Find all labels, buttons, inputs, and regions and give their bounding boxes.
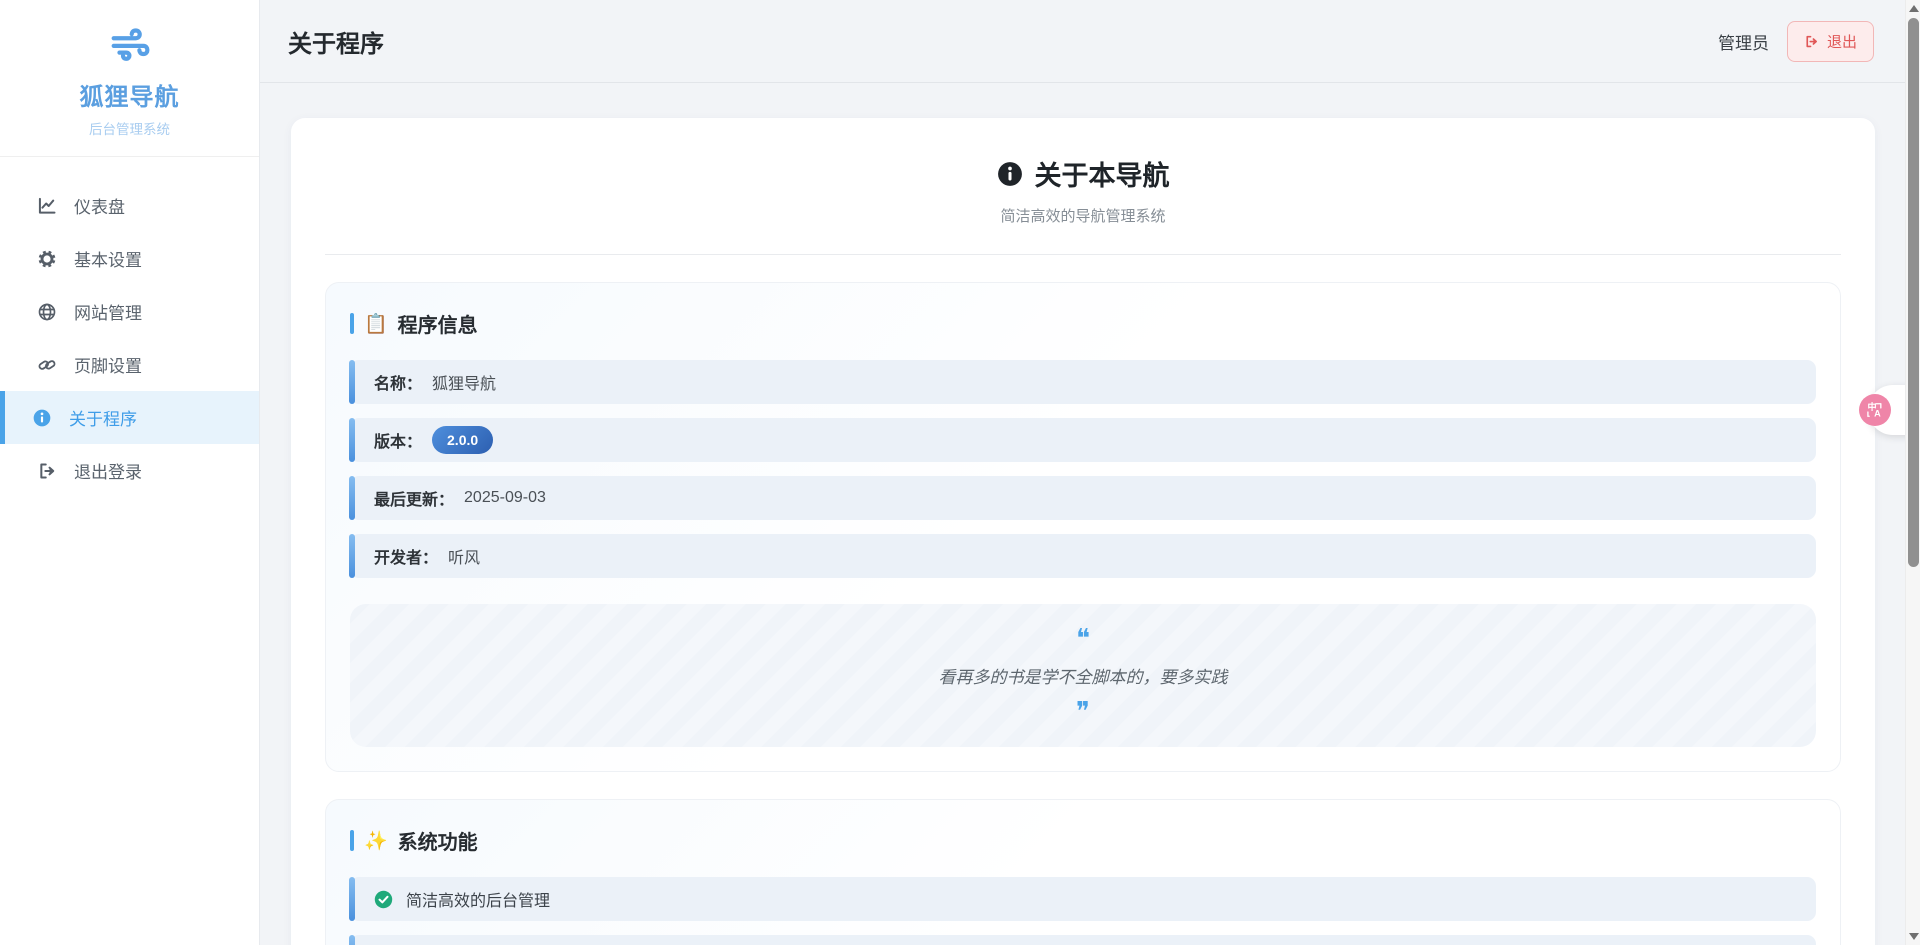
app-title: 狐狸导航 [0,77,259,112]
row-value: 听风 [448,544,480,568]
row-accent-bar [349,935,355,945]
sidebar-item-logout[interactable]: 退出登录 [0,444,259,497]
sidebar-item-dashboard[interactable]: 仪表盘 [0,179,259,232]
app-subtitle: 后台管理系统 [0,118,259,138]
link-icon [36,354,58,376]
quote-block: ❝ 看再多的书是学不全脚本的，要多实践 ❞ [350,604,1816,747]
gear-icon [36,248,58,270]
sidebar-item-label: 基本设置 [74,246,142,271]
wind-logo-icon [107,20,153,71]
sidebar-item-label: 仪表盘 [74,193,125,218]
info-row-version: 版本： 2.0.0 [350,418,1816,462]
translate-button[interactable]: 中 A [1859,394,1891,426]
sidebar-nav: 仪表盘 基本设置 网站管理 [0,157,259,497]
row-value: 2025-09-03 [464,489,546,507]
quote-close-icon: ❞ [380,699,1786,725]
row-label: 最后更新： [374,486,454,510]
about-title-text: 关于本导航 [1035,154,1170,193]
sparkles-icon: ✨ [364,829,388,853]
sidebar-item-footer-settings[interactable]: 页脚设置 [0,338,259,391]
clipboard-icon: 📋 [364,312,388,336]
row-accent-bar [349,418,355,462]
logout-button[interactable]: 退出 [1787,21,1874,62]
scrollbar-up-arrow[interactable] [1909,5,1919,12]
sidebar: 狐狸导航 后台管理系统 仪表盘 基本设置 [0,0,260,945]
sidebar-item-about[interactable]: 关于程序 [0,391,259,444]
scrollbar [1905,0,1920,945]
main-content: 关于本导航 简洁高效的导航管理系统 📋 程序信息 名称： 狐狸导航 版本： 2.… [260,83,1920,945]
row-value: 狐狸导航 [432,370,496,394]
info-row-last-update: 最后更新： 2025-09-03 [350,476,1816,520]
row-label: 名称： [374,370,422,394]
about-title-row: 关于本导航 [997,154,1170,193]
sign-out-icon [36,460,58,482]
row-accent-bar [349,476,355,520]
translate-icon: 中 A [1865,400,1885,420]
info-row-name: 名称： 狐狸导航 [350,360,1816,404]
info-circle-icon [31,407,53,429]
section-title-text: 程序信息 [398,309,478,338]
about-header: 关于本导航 简洁高效的导航管理系统 [325,154,1841,255]
about-card: 关于本导航 简洁高效的导航管理系统 📋 程序信息 名称： 狐狸导航 版本： 2.… [291,118,1875,945]
features-section: ✨ 系统功能 简洁高效的后台管理 [325,799,1841,945]
feature-row: 响应式设计，适配各种设备 [350,935,1816,945]
sidebar-item-label: 网站管理 [74,299,142,324]
sidebar-item-label: 关于程序 [69,405,137,430]
row-accent-bar [349,877,355,921]
quote-text: 看再多的书是学不全脚本的，要多实践 [380,663,1786,688]
feature-text: 简洁高效的后台管理 [406,887,550,911]
row-accent-bar [349,360,355,404]
about-subtitle: 简洁高效的导航管理系统 [325,205,1841,226]
info-circle-icon [997,161,1023,187]
sign-out-icon [1804,34,1819,49]
scrollbar-down-arrow[interactable] [1909,933,1919,940]
sidebar-item-label: 退出登录 [74,458,142,483]
current-user-label: 管理员 [1718,29,1769,54]
logo-block: 狐狸导航 后台管理系统 [0,0,259,157]
globe-icon [36,301,58,323]
accent-bar [350,830,354,851]
divider [325,254,1841,255]
page-title: 关于程序 [288,24,384,59]
scrollbar-thumb[interactable] [1908,18,1919,567]
feature-row: 简洁高效的后台管理 [350,877,1816,921]
features-title-row: ✨ 系统功能 [350,826,1816,855]
sidebar-item-label: 页脚设置 [74,352,142,377]
check-circle-icon [374,890,393,909]
row-label: 开发者： [374,544,438,568]
section-title-text: 系统功能 [398,826,478,855]
info-row-developer: 开发者： 听风 [350,534,1816,578]
program-info-title-row: 📋 程序信息 [350,309,1816,338]
row-label: 版本： [374,428,422,452]
sidebar-item-website-management[interactable]: 网站管理 [0,285,259,338]
accent-bar [350,313,354,334]
program-info-section: 📋 程序信息 名称： 狐狸导航 版本： 2.0.0 最后更新： 2025-09-… [325,282,1841,772]
logout-button-label: 退出 [1827,31,1857,52]
quote-open-icon: ❝ [380,626,1786,652]
chart-line-icon [36,195,58,217]
header-right: 管理员 退出 [1718,21,1874,62]
version-badge: 2.0.0 [432,426,493,454]
svg-text:A: A [1874,409,1881,419]
sidebar-item-basic-settings[interactable]: 基本设置 [0,232,259,285]
row-accent-bar [349,534,355,578]
page-header: 关于程序 管理员 退出 [260,0,1920,83]
